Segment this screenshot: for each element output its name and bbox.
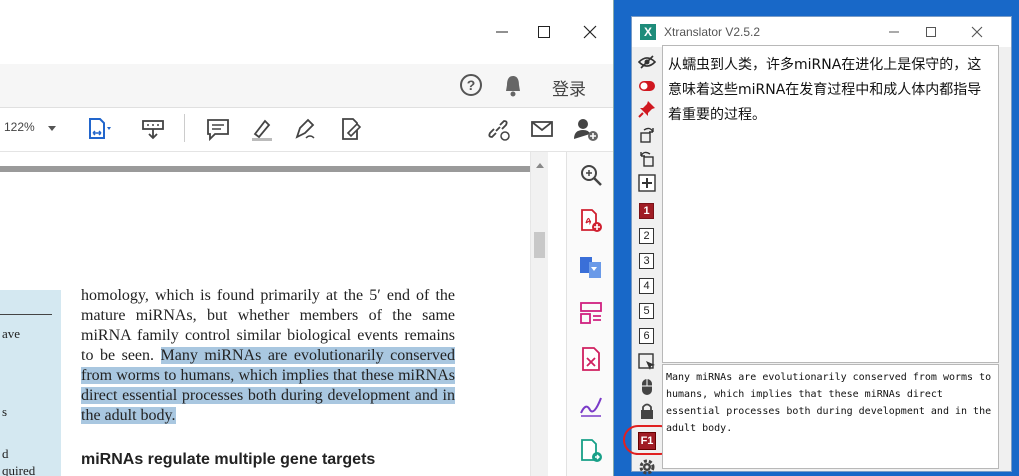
close-button[interactable] — [576, 18, 604, 46]
xtranslator-toolbar: 1 2 3 4 5 6 F1 — [623, 47, 675, 475]
scroll-thumb[interactable] — [534, 232, 545, 258]
sidebar-box — [0, 290, 61, 476]
link-icon[interactable] — [485, 116, 511, 142]
engine-6-button[interactable]: 6 — [639, 328, 654, 344]
minimize-icon — [496, 31, 508, 33]
zoom-search-icon[interactable] — [578, 162, 604, 188]
maximize-icon — [926, 27, 936, 37]
pdf-titlebar — [0, 0, 613, 64]
export-pdf-icon[interactable] — [578, 254, 604, 280]
source-text-box[interactable]: Many miRNAs are evolutionarily conserved… — [662, 364, 999, 469]
fill-sign-icon[interactable] — [578, 392, 604, 418]
edit-document-icon[interactable] — [337, 116, 363, 142]
zoom-dropdown-icon[interactable] — [48, 126, 56, 131]
close-button[interactable] — [966, 21, 988, 43]
organize-pages-icon[interactable] — [578, 300, 604, 326]
sidebar-text-fragment: s — [2, 404, 8, 419]
scroll-mode-icon[interactable] — [140, 116, 166, 142]
screenshot-select-icon[interactable] — [638, 353, 656, 371]
close-icon — [583, 25, 597, 39]
fit-page-icon[interactable] — [86, 116, 112, 142]
translation-output[interactable]: 从蠕虫到人类，许多miRNA在进化上是保守的，这意味着这些miRNA在发育过程中… — [662, 45, 999, 363]
send-pdf-icon[interactable] — [578, 438, 604, 464]
sidebar-text-fragment: quired — [2, 463, 36, 476]
bell-icon[interactable] — [503, 74, 523, 98]
xtranslator-titlebar: X Xtranslator V2.5.2 — [632, 17, 1011, 47]
compress-pdf-icon[interactable] — [578, 346, 604, 372]
eye-hide-icon[interactable] — [638, 53, 656, 71]
add-user-icon[interactable] — [573, 116, 599, 142]
engine-3-button[interactable]: 3 — [639, 253, 654, 269]
maximize-icon — [538, 26, 550, 38]
comment-icon[interactable] — [205, 116, 231, 142]
highlight-pen-icon[interactable] — [249, 116, 275, 142]
vertical-scrollbar[interactable] — [530, 152, 548, 476]
zoom-level[interactable]: 122% — [4, 120, 35, 134]
sidebar-rule — [0, 314, 52, 315]
minimize-button[interactable] — [488, 18, 516, 46]
toolbar-divider — [184, 114, 185, 142]
xtranslator-window: X Xtranslator V2.5.2 1 2 3 4 5 6 F1 从蠕虫到… — [623, 16, 1012, 475]
draw-pen-icon[interactable] — [292, 116, 318, 142]
settings-gear-icon[interactable] — [638, 458, 656, 476]
body-paragraph[interactable]: homology, which is found primarily at th… — [81, 286, 456, 426]
maximize-button[interactable] — [530, 18, 558, 46]
window-title: Xtranslator V2.5.2 — [664, 25, 761, 39]
engine-4-button[interactable]: 4 — [639, 278, 654, 294]
help-icon[interactable]: ? — [460, 74, 482, 96]
toggle-icon[interactable] — [638, 77, 656, 95]
email-icon[interactable] — [529, 116, 555, 142]
minimize-icon — [889, 31, 899, 33]
swap-icon[interactable] — [638, 149, 656, 167]
create-pdf-icon[interactable] — [578, 208, 604, 234]
pin-icon[interactable] — [638, 100, 656, 118]
xtranslator-logo: X — [640, 24, 656, 40]
lock-icon[interactable] — [638, 402, 656, 420]
rotate-icon[interactable] — [638, 125, 656, 143]
engine-5-button[interactable]: 5 — [639, 303, 654, 319]
pdf-reader-window: ? 登录 122% ave s d quired homology, which… — [0, 0, 614, 476]
engine-2-button[interactable]: 2 — [639, 228, 654, 244]
add-icon[interactable] — [638, 174, 656, 192]
section-heading: miRNAs regulate multiple gene targets — [81, 451, 376, 468]
mouse-icon[interactable] — [638, 378, 656, 396]
close-icon — [971, 26, 983, 38]
maximize-button[interactable] — [920, 21, 942, 43]
login-button[interactable]: 登录 — [552, 75, 586, 100]
page-top-rule — [0, 166, 530, 172]
engine-1-button[interactable]: 1 — [639, 203, 654, 219]
minimize-button[interactable] — [883, 21, 905, 43]
sidebar-text-fragment: d — [2, 446, 9, 461]
sidebar-text-fragment: ave — [2, 326, 21, 341]
scroll-up-icon[interactable] — [536, 163, 544, 168]
